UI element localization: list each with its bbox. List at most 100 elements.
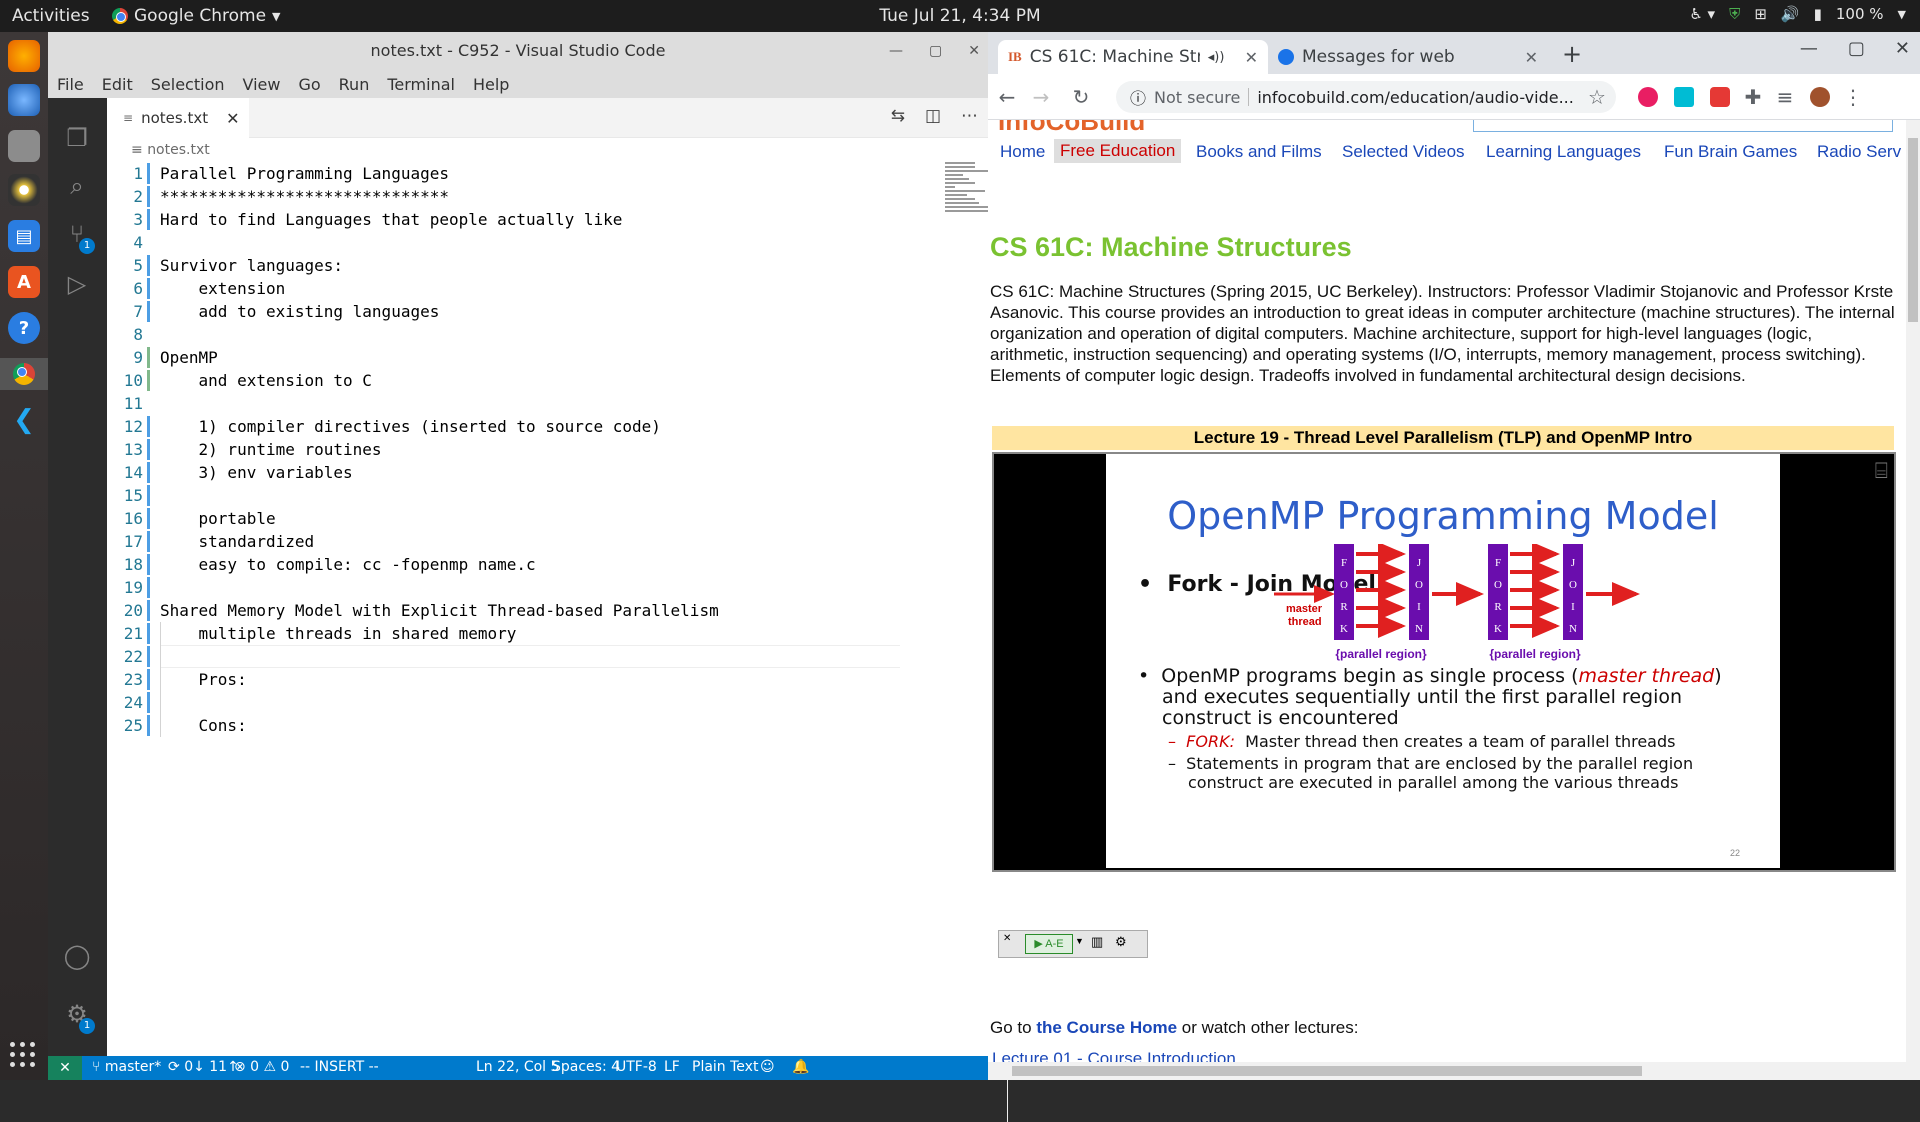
chrome-icon[interactable]: [0, 358, 48, 390]
course-home-link[interactable]: the Course Home: [1036, 1018, 1177, 1037]
encoding-status[interactable]: UTF-8: [616, 1059, 657, 1075]
battery-icon[interactable]: ▮: [1814, 5, 1822, 23]
menu-run[interactable]: Run: [339, 75, 370, 94]
system-tray[interactable]: ♿ ▾ ⛨ ⊞ 🔊 ▮ 100 % ▼: [1689, 5, 1906, 23]
tab-messages[interactable]: Messages for web ✕: [1268, 40, 1548, 74]
explorer-icon[interactable]: ❐: [61, 122, 93, 154]
remote-icon[interactable]: ✕: [48, 1056, 82, 1080]
address-bar[interactable]: ⓘ Not secure infocobuild.com/education/a…: [1116, 81, 1616, 113]
site-search-input[interactable]: [1473, 120, 1893, 132]
cursor-position-status[interactable]: Ln 22, Col 5: [476, 1059, 559, 1075]
menu-help[interactable]: Help: [473, 75, 509, 94]
eol-status[interactable]: LF: [664, 1059, 680, 1075]
network-icon[interactable]: ⊞: [1754, 5, 1767, 23]
app-menu[interactable]: Google Chrome ▼: [112, 6, 281, 26]
code-line[interactable]: 7 add to existing languages: [107, 300, 907, 323]
tab-notes-txt[interactable]: ≡ notes.txt ✕: [107, 98, 249, 138]
nav-home[interactable]: Home: [1000, 142, 1045, 162]
code-line[interactable]: 15: [107, 484, 907, 507]
notifications-icon[interactable]: 🔔: [792, 1059, 809, 1075]
vscode-icon[interactable]: ❮: [8, 404, 40, 436]
bookmark-star-icon[interactable]: ☆: [1584, 84, 1610, 110]
new-tab-button[interactable]: +: [1562, 40, 1582, 68]
activities-button[interactable]: Activities: [12, 6, 90, 26]
code-line[interactable]: 19: [107, 576, 907, 599]
site-logo[interactable]: InfoCoBuild: [998, 120, 1145, 137]
code-line[interactable]: 6 extension: [107, 277, 907, 300]
nav-books-films[interactable]: Books and Films: [1196, 142, 1322, 162]
close-button[interactable]: ✕: [968, 32, 980, 70]
close-icon[interactable]: ✕: [226, 109, 239, 128]
run-debug-icon[interactable]: ▷: [61, 268, 93, 300]
maximize-button[interactable]: ▢: [929, 32, 942, 70]
nav-learning-languages[interactable]: Learning Languages: [1486, 142, 1641, 162]
minimize-button[interactable]: —: [1800, 38, 1818, 59]
sync-status[interactable]: ⟳ 0↓ 11↑: [168, 1059, 239, 1075]
code-line[interactable]: 18 easy to compile: cc -fopenmp name.c: [107, 553, 907, 576]
menu-terminal[interactable]: Terminal: [387, 75, 455, 94]
search-icon[interactable]: ⌕: [61, 170, 93, 202]
chapters-icon[interactable]: ▥: [1091, 934, 1103, 950]
code-editor[interactable]: 1 Parallel Programming Languages 2 ********…: [107, 162, 907, 1056]
code-line[interactable]: 9 OpenMP: [107, 346, 907, 369]
tab-cs61c[interactable]: IB CS 61C: Machine Struc ◂)) ✕: [998, 40, 1268, 74]
chevron-down-icon[interactable]: ▼: [1898, 8, 1906, 21]
menu-view[interactable]: View: [243, 75, 281, 94]
code-line[interactable]: 17 standardized: [107, 530, 907, 553]
player-close-icon[interactable]: ✕: [1003, 933, 1011, 944]
code-line[interactable]: 12 1) compiler directives (inserted to s…: [107, 415, 907, 438]
settings-icon[interactable]: ⚙: [1115, 934, 1127, 950]
avatar[interactable]: [1810, 87, 1830, 107]
play-button[interactable]: ▶ A-E: [1025, 934, 1073, 954]
reload-icon[interactable]: ↻: [1068, 84, 1094, 110]
show-applications-icon[interactable]: [10, 1042, 36, 1068]
code-line[interactable]: 11: [107, 392, 907, 415]
software-center-icon[interactable]: A: [8, 266, 40, 298]
back-icon[interactable]: ←: [994, 84, 1020, 110]
clock[interactable]: Tue Jul 21, 4:34 PM: [879, 6, 1040, 26]
thunderbird-icon[interactable]: [8, 84, 40, 116]
account-icon[interactable]: ◯: [61, 940, 93, 972]
code-line[interactable]: 5 Survivor languages:: [107, 254, 907, 277]
archive-icon[interactable]: ⌸: [1875, 458, 1888, 484]
close-icon[interactable]: ✕: [1525, 48, 1538, 67]
menu-file[interactable]: File: [57, 75, 84, 94]
code-line[interactable]: 1 Parallel Programming Languages: [107, 162, 907, 185]
code-line[interactable]: 8: [107, 323, 907, 346]
code-line[interactable]: 4: [107, 231, 907, 254]
nav-radio[interactable]: Radio Serv: [1817, 142, 1901, 162]
video-player[interactable]: ⌸ OpenMP Programming Model • Fork - Join…: [992, 452, 1896, 958]
accessibility-icon[interactable]: ♿ ▾: [1689, 5, 1715, 23]
code-line[interactable]: 22: [107, 645, 907, 668]
code-line[interactable]: 23 Pros:: [107, 668, 907, 691]
maximize-button[interactable]: ▢: [1848, 38, 1865, 59]
puzzle-extensions-icon[interactable]: ✚: [1740, 84, 1766, 110]
close-icon[interactable]: ✕: [1245, 48, 1258, 67]
open-changes-icon[interactable]: ⇆: [891, 106, 905, 126]
code-line[interactable]: 2 ******************************: [107, 185, 907, 208]
branch-status[interactable]: ⑂ master*: [92, 1059, 161, 1075]
forward-icon[interactable]: →: [1028, 84, 1054, 110]
feedback-icon[interactable]: ☺: [760, 1059, 775, 1075]
code-line[interactable]: 16 portable: [107, 507, 907, 530]
code-line[interactable]: 21 multiple threads in shared memory: [107, 622, 907, 645]
rhythmbox-icon[interactable]: [8, 174, 40, 206]
page-vertical-scrollbar[interactable]: [1906, 120, 1920, 1080]
volume-icon[interactable]: 🔊: [1781, 5, 1800, 23]
nav-free-education[interactable]: Free Education: [1054, 139, 1182, 163]
indentation-status[interactable]: Spaces: 4: [552, 1059, 620, 1075]
code-line[interactable]: 13 2) runtime routines: [107, 438, 907, 461]
shield-icon[interactable]: ⛨: [1729, 5, 1740, 23]
extension-icon[interactable]: [1638, 87, 1658, 107]
chevron-down-icon[interactable]: ▼: [1075, 936, 1084, 946]
code-line[interactable]: 25 Cons:: [107, 714, 907, 737]
extension-icon[interactable]: [1674, 87, 1694, 107]
problems-status[interactable]: ⊗ 0 ⚠ 0: [234, 1059, 289, 1075]
page-horizontal-scrollbar[interactable]: [988, 1062, 1906, 1080]
more-actions-icon[interactable]: ⋯: [961, 106, 978, 126]
code-line[interactable]: 3 Hard to find Languages that people actu…: [107, 208, 907, 231]
code-line[interactable]: 14 3) env variables: [107, 461, 907, 484]
code-line[interactable]: 24: [107, 691, 907, 714]
menu-selection[interactable]: Selection: [151, 75, 225, 94]
nav-selected-videos[interactable]: Selected Videos: [1342, 142, 1465, 162]
